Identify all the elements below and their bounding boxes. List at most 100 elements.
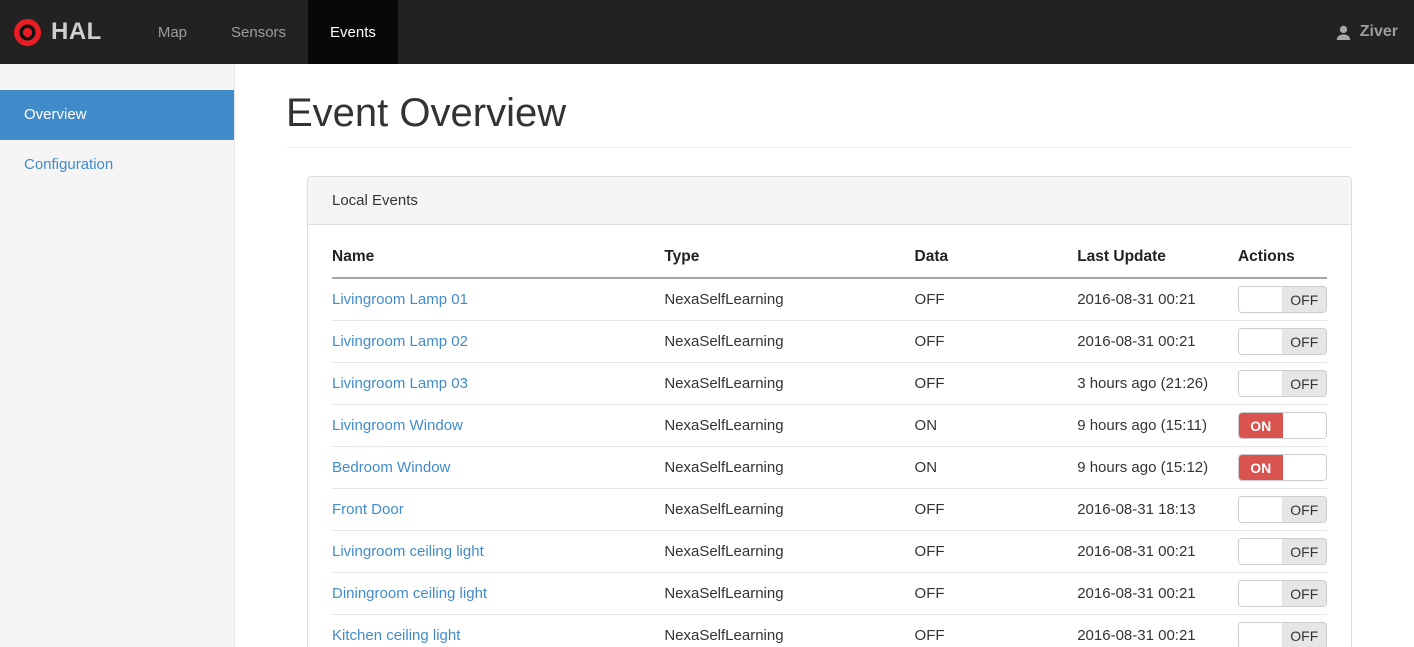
toggle-off-label: OFF xyxy=(1282,371,1326,396)
device-name-cell: Bedroom Window xyxy=(332,446,665,489)
device-link[interactable]: Livingroom Window xyxy=(332,417,463,434)
sidebar-item[interactable]: Overview xyxy=(0,90,234,140)
last-update-cell: 2016-08-31 18:13 xyxy=(1077,488,1238,531)
action-toggle[interactable]: OFF OFF xyxy=(1238,496,1327,523)
device-name-cell: Front Door xyxy=(332,488,665,531)
local-events-panel: Local Events Name Type Data Last Update … xyxy=(307,176,1352,647)
actions-cell: OFF OFF xyxy=(1237,572,1327,615)
device-link[interactable]: Livingroom ceiling light xyxy=(332,543,484,560)
device-type-cell: NexaSelfLearning xyxy=(664,404,915,447)
last-update-cell: 3 hours ago (21:26) xyxy=(1077,362,1238,405)
actions-cell: OFF OFF xyxy=(1237,488,1327,531)
top-navbar: HAL Map Sensors Events Ziver xyxy=(0,0,1414,64)
device-link[interactable]: Livingroom Lamp 03 xyxy=(332,375,468,392)
device-link[interactable]: Livingroom Lamp 02 xyxy=(332,333,468,350)
table-row: Livingroom Lamp 03 NexaSelfLearning OFF … xyxy=(332,362,1327,405)
column-header-actions: Actions xyxy=(1237,239,1327,279)
nav-item[interactable]: Sensors xyxy=(209,0,308,64)
toggle-off-label: OFF xyxy=(1282,329,1326,354)
action-toggle[interactable]: ON ON xyxy=(1238,412,1327,439)
nav-item[interactable]: Map xyxy=(136,0,209,64)
toggle-off-label: OFF xyxy=(1282,581,1326,606)
device-link[interactable]: Livingroom Lamp 01 xyxy=(332,291,468,308)
panel-body: Name Type Data Last Update Actions Livin… xyxy=(308,225,1351,647)
device-link[interactable]: Diningroom ceiling light xyxy=(332,585,487,602)
table-row: Front Door NexaSelfLearning OFF 2016-08-… xyxy=(332,488,1327,531)
device-name-cell: Kitchen ceiling light xyxy=(332,614,665,647)
device-link[interactable]: Front Door xyxy=(332,501,404,518)
table-row: Livingroom Window NexaSelfLearning ON 9 … xyxy=(332,404,1327,447)
user-menu[interactable]: Ziver xyxy=(1318,0,1414,64)
column-header-data: Data xyxy=(914,239,1078,279)
toggle-knob xyxy=(1282,413,1326,438)
nav-item-label: Events xyxy=(330,23,376,41)
last-update-cell: 2016-08-31 00:21 xyxy=(1077,320,1238,363)
action-toggle[interactable]: OFF OFF xyxy=(1238,286,1327,313)
device-type-cell: NexaSelfLearning xyxy=(664,572,915,615)
action-toggle[interactable]: OFF OFF xyxy=(1238,370,1327,397)
device-data-cell: OFF xyxy=(914,362,1078,405)
sidebar-item-label: Configuration xyxy=(24,156,114,173)
column-header-last-update: Last Update xyxy=(1077,239,1238,279)
toggle-knob xyxy=(1282,455,1326,480)
device-data-cell: OFF xyxy=(914,278,1078,321)
device-data-cell: OFF xyxy=(914,530,1078,573)
sidebar-item-label: Overview xyxy=(24,106,87,123)
panel-title: Local Events xyxy=(308,177,1351,225)
toggle-on-label: ON xyxy=(1239,413,1283,438)
actions-cell: OFF OFF xyxy=(1237,278,1327,321)
column-header-type: Type xyxy=(664,239,915,279)
main-content: Event Overview Local Events Name Type Da… xyxy=(235,64,1414,647)
device-link[interactable]: Bedroom Window xyxy=(332,459,450,476)
nav-item[interactable]: Events xyxy=(308,0,398,64)
toggle-off-label: OFF xyxy=(1282,623,1326,647)
action-toggle[interactable]: OFF OFF xyxy=(1238,580,1327,607)
device-name-cell: Livingroom Lamp 03 xyxy=(332,362,665,405)
table-row: Livingroom Lamp 02 NexaSelfLearning OFF … xyxy=(332,320,1327,363)
last-update-cell: 2016-08-31 00:21 xyxy=(1077,530,1238,573)
table-row: Kitchen ceiling light NexaSelfLearning O… xyxy=(332,614,1327,647)
device-type-cell: NexaSelfLearning xyxy=(664,530,915,573)
brand-label: HAL xyxy=(51,18,102,45)
device-name-cell: Diningroom ceiling light xyxy=(332,572,665,615)
action-toggle[interactable]: OFF OFF xyxy=(1238,328,1327,355)
person-icon xyxy=(1334,23,1353,42)
device-type-cell: NexaSelfLearning xyxy=(664,614,915,647)
toggle-knob xyxy=(1239,497,1283,522)
brand[interactable]: HAL xyxy=(0,0,118,64)
toggle-knob xyxy=(1239,581,1283,606)
device-type-cell: NexaSelfLearning xyxy=(664,446,915,489)
toggle-knob xyxy=(1239,371,1283,396)
toggle-knob xyxy=(1239,623,1283,647)
toggle-off-label: OFF xyxy=(1282,287,1326,312)
device-type-cell: NexaSelfLearning xyxy=(664,278,915,321)
last-update-cell: 2016-08-31 00:21 xyxy=(1077,614,1238,647)
actions-cell: OFF OFF xyxy=(1237,530,1327,573)
action-toggle[interactable]: OFF OFF xyxy=(1238,622,1327,647)
bullseye-logo-icon xyxy=(14,18,41,46)
events-table: Name Type Data Last Update Actions Livin… xyxy=(332,239,1327,647)
device-type-cell: NexaSelfLearning xyxy=(664,362,915,405)
action-toggle[interactable]: ON ON xyxy=(1238,454,1327,481)
toggle-on-label: ON xyxy=(1239,455,1283,480)
action-toggle[interactable]: OFF OFF xyxy=(1238,538,1327,565)
toggle-off-label: OFF xyxy=(1282,497,1326,522)
device-type-cell: NexaSelfLearning xyxy=(664,320,915,363)
device-link[interactable]: Kitchen ceiling light xyxy=(332,627,460,644)
table-row: Livingroom Lamp 01 NexaSelfLearning OFF … xyxy=(332,278,1327,321)
device-type-cell: NexaSelfLearning xyxy=(664,488,915,531)
table-row: Livingroom ceiling light NexaSelfLearnin… xyxy=(332,530,1327,573)
toggle-off-label: OFF xyxy=(1282,539,1326,564)
navbar-menu: Map Sensors Events xyxy=(136,0,398,64)
sidebar: Overview Configuration xyxy=(0,64,235,647)
actions-cell: ON ON xyxy=(1237,404,1327,447)
nav-item-label: Map xyxy=(157,23,188,41)
actions-cell: OFF OFF xyxy=(1237,614,1327,647)
user-name: Ziver xyxy=(1359,23,1398,40)
sidebar-item[interactable]: Configuration xyxy=(0,140,234,190)
actions-cell: OFF OFF xyxy=(1237,362,1327,405)
table-row: Diningroom ceiling light NexaSelfLearnin… xyxy=(332,572,1327,615)
device-data-cell: OFF xyxy=(914,614,1078,647)
toggle-knob xyxy=(1239,539,1283,564)
navbar-spacer xyxy=(398,0,1318,64)
